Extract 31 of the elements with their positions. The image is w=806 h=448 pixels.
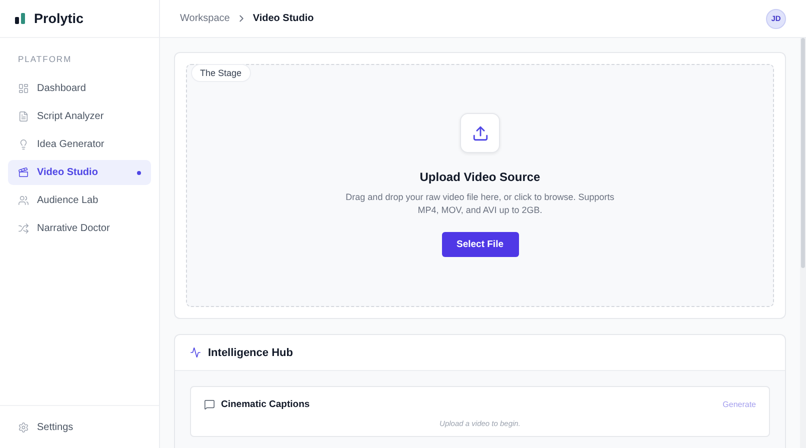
breadcrumb-item: Video Studio bbox=[252, 13, 314, 24]
select-file-button[interactable]: Select File bbox=[442, 232, 518, 258]
nav-icon bbox=[18, 111, 29, 122]
nav-icon bbox=[18, 195, 29, 206]
nav-item[interactable]: Narrative Doctor bbox=[8, 216, 151, 241]
brand-name: Prolytic bbox=[34, 11, 84, 26]
nav-item[interactable]: Script Analyzer bbox=[8, 104, 151, 129]
nav-item[interactable]: Video Studio bbox=[8, 160, 151, 185]
nav-item[interactable]: Audience Lab bbox=[8, 188, 151, 213]
active-dot bbox=[137, 170, 141, 174]
nav-item[interactable]: Dashboard bbox=[8, 76, 151, 101]
nav-icon bbox=[18, 83, 29, 94]
tool-title: Cinematic Captions bbox=[221, 399, 311, 410]
scrollbar-thumb[interactable] bbox=[801, 38, 805, 268]
activity-icon bbox=[190, 347, 201, 358]
upload-title: Upload Video Source bbox=[420, 170, 540, 184]
settings-link[interactable]: Settings bbox=[0, 405, 159, 448]
nav-icon bbox=[18, 139, 29, 150]
stage-tag: The Stage bbox=[191, 64, 251, 82]
breadcrumb-item[interactable]: Workspace bbox=[180, 13, 230, 24]
upload-description: Drag and drop your raw video file here, or click to browse. Supports MP4, MOV, and AVI up to 2GB. bbox=[344, 191, 616, 218]
drop-zone[interactable]: The Stage Upload Video Source Drag and drop your raw video file here, or click to browse. Supports MP4, MOV, and AVI up to 2GB. Select File bbox=[186, 64, 774, 307]
nav-item[interactable]: Idea Generator bbox=[8, 132, 151, 157]
logo-bars-icon bbox=[15, 13, 26, 24]
section-heading: PLATFORM bbox=[18, 54, 73, 64]
hub-title: Intelligence Hub bbox=[208, 346, 293, 358]
speech-bubble-icon bbox=[204, 399, 215, 410]
nav-icon bbox=[18, 167, 29, 178]
upload-icon bbox=[472, 124, 488, 142]
nav-icon bbox=[18, 223, 29, 234]
settings-icon bbox=[18, 422, 29, 432]
